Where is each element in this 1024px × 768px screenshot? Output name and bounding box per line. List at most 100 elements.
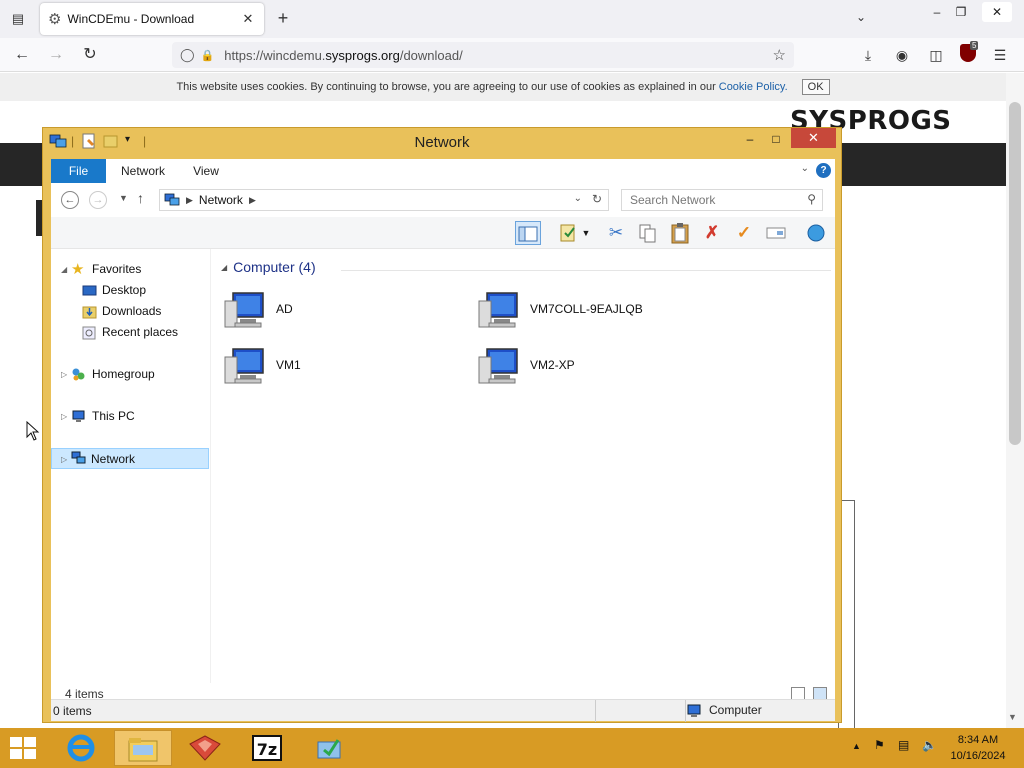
nav-this-pc[interactable]: ▷ This PC [51,406,209,427]
globe-icon[interactable] [803,221,829,245]
cookie-ok-button[interactable]: OK [801,79,830,95]
delete-icon[interactable]: ✗ [699,221,725,245]
menu-icon[interactable]: ☰ [988,44,1012,66]
properties-icon[interactable] [555,221,581,245]
cookie-policy-link[interactable]: Cookie Policy. [719,81,788,93]
expand-icon[interactable]: ▷ [61,364,67,385]
page-scroll-thumb[interactable] [1009,102,1021,445]
explorer-window: | ▾ | Network – □ ✕ File Network View ⌄ … [42,127,842,723]
cut-icon[interactable]: ✂ [603,221,629,245]
computer-icon [687,704,701,717]
installer-icon[interactable] [300,730,358,766]
nav-network[interactable]: ▷ Network [51,448,209,469]
search-placeholder: Search Network [630,193,716,207]
bookmark-star-icon[interactable]: ☆ [773,46,786,64]
tab-title: WinCDEmu - Download [67,12,195,26]
breadcrumb-network[interactable]: Network [199,193,243,207]
forward-button[interactable]: → [44,44,68,66]
computer-name: VM2-XP [530,358,575,372]
tab-view[interactable]: View [181,159,231,183]
breadcrumb-separator-icon[interactable]: ▶ [249,195,256,206]
browser-tab[interactable]: ⚙ WinCDEmu - Download ✕ [40,3,264,35]
recent-places-icon [82,326,96,340]
file-explorer-icon[interactable] [114,730,172,766]
nav-downloads[interactable]: Downloads [51,301,209,322]
network-tray-icon[interactable]: ▤ [898,738,909,752]
tab-list-icon[interactable]: ▤ [6,8,30,30]
close-tab-icon[interactable]: ✕ [240,11,256,27]
selected-count: 0 items [53,704,92,718]
url-bar[interactable]: ◯ 🔒 https://wincdemu.sysprogs.org/downlo… [172,42,794,68]
close-window-button[interactable]: ✕ [982,2,1012,22]
chevron-down-icon[interactable]: ⌄ [852,10,870,24]
list-item[interactable]: AD [223,289,453,335]
extensions-icon[interactable]: ◫ [924,44,948,66]
7zip-icon[interactable]: 7z [238,730,296,766]
properties-dropdown-icon[interactable]: ▼ [579,221,593,245]
restore-button[interactable]: ❐ [946,2,976,22]
volume-muted-icon[interactable]: 🔈 [922,738,937,752]
back-button[interactable]: ← [10,44,34,66]
tab-file[interactable]: File [51,159,106,183]
list-item[interactable]: VM7COLL-9EAJLQB [477,289,707,335]
breadcrumb-separator-icon[interactable]: ▶ [186,195,193,206]
zone-label: Computer [709,703,762,717]
computer-icon [72,410,85,422]
account-icon[interactable]: ◉ [890,44,914,66]
mouse-cursor-icon [26,421,40,441]
explorer-title: Network [414,134,470,151]
lock-icon[interactable]: 🔒 [201,49,215,62]
ublock-badge: 5 [970,41,979,50]
checkmark-icon[interactable]: ✓ [731,221,757,245]
rename-icon[interactable] [763,221,789,245]
nav-homegroup[interactable]: ▷ Homegroup [51,364,209,385]
search-icon[interactable]: ⚲ [807,192,816,206]
app-icon[interactable] [176,730,234,766]
back-arrow-icon[interactable]: ← [61,191,79,209]
help-icon[interactable]: ? [816,163,831,178]
show-hidden-icons[interactable]: ▲ [852,741,861,751]
address-bar[interactable]: ▶ Network ▶ ⌄ ↻ [159,189,609,211]
internet-explorer-icon[interactable] [52,730,110,766]
explorer-minimize-button[interactable]: – [739,130,761,150]
flag-icon[interactable]: ⚑ [874,738,885,752]
explorer-close-button[interactable]: ✕ [791,128,836,148]
up-arrow-icon[interactable]: ↑ [137,190,144,206]
scroll-down-icon[interactable]: ▼ [1008,712,1017,722]
reload-button[interactable]: ↻ [78,44,102,66]
collapse-icon[interactable]: ◢ [61,259,67,280]
taskbar: 7z ▲ ⚑ ▤ 🔈 8:34 AM 10/16/2024 [0,728,1024,768]
expand-ribbon-icon[interactable]: ⌄ [801,163,809,174]
expand-icon[interactable]: ▷ [61,449,67,470]
copy-icon[interactable] [635,221,661,245]
list-item[interactable]: VM1 [223,345,453,391]
nav-desktop[interactable]: Desktop [51,280,209,301]
recent-locations-icon[interactable]: ▼ [119,193,128,203]
forward-arrow-icon[interactable]: → [89,191,107,209]
explorer-title-bar[interactable]: | ▾ | Network – □ ✕ [43,128,841,156]
list-item[interactable]: VM2-XP [477,345,707,391]
tab-network[interactable]: Network [113,159,173,183]
explorer-content: ◢ ★ Favorites Desktop Downloads Recent p… [51,249,835,683]
url-text[interactable]: https://wincdemu.sysprogs.org/download/ [224,48,772,63]
group-header[interactable]: ◢ Computer (4) [221,259,316,275]
downloads-icon[interactable]: ⤓ [856,44,880,66]
clock[interactable]: 8:34 AM 10/16/2024 [948,732,1008,764]
explorer-maximize-button[interactable]: □ [765,130,787,150]
computer-icon [478,348,518,384]
shield-icon[interactable]: ◯ [180,47,195,63]
star-icon: ★ [71,261,85,278]
new-tab-button[interactable]: + [272,8,294,30]
screen: { "browser": { "tab_title": "WinCDEmu - … [0,0,1024,768]
nav-favorites[interactable]: ◢ ★ Favorites [51,259,209,280]
refresh-icon[interactable]: ↻ [592,192,602,206]
cookie-banner: This website uses cookies. By continuing… [0,73,1006,101]
preview-pane-icon[interactable] [515,221,541,245]
nav-recent-places[interactable]: Recent places [51,322,209,343]
paste-icon[interactable] [667,221,693,245]
expand-icon[interactable]: ▷ [61,406,67,427]
collapse-icon[interactable]: ◢ [221,263,227,272]
start-button[interactable] [10,737,38,761]
search-input[interactable]: Search Network ⚲ [621,189,823,211]
address-dropdown-icon[interactable]: ⌄ [574,193,582,204]
